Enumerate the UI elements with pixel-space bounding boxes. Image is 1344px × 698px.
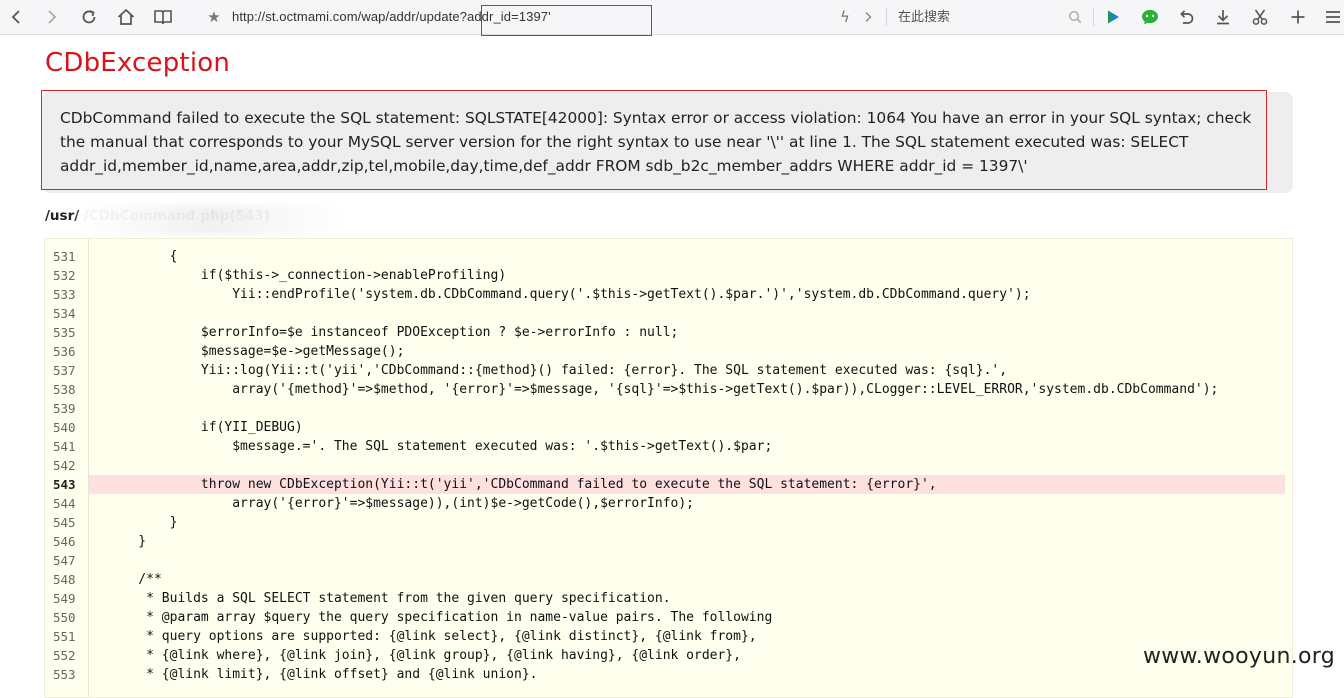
line-number: 551 — [53, 629, 76, 644]
line-code: Yii::log(Yii::t('yii','CDbCommand::{meth… — [107, 363, 1008, 378]
line-code: } — [107, 515, 178, 530]
line-code: { — [107, 249, 178, 264]
line-number: 552 — [53, 648, 76, 663]
line-number: 544 — [53, 496, 76, 511]
code-line: 547 — [45, 551, 1292, 570]
line-code: * {@link where}, {@link join}, {@link gr… — [107, 648, 741, 663]
source-code-lines: 531 {532 if($this->_connection->enablePr… — [45, 247, 1292, 684]
code-line: 551 * query options are supported: {@lin… — [45, 627, 1292, 646]
line-number: 537 — [53, 363, 76, 378]
line-number: 550 — [53, 610, 76, 625]
home-icon[interactable] — [114, 5, 138, 29]
code-line: 548 /** — [45, 570, 1292, 589]
exception-title: CDbException — [45, 48, 231, 78]
code-line: 544 array('{error}'=>$message)),(int)$e-… — [45, 494, 1292, 513]
download-icon[interactable] — [1211, 5, 1235, 29]
error-message: CDbCommand failed to execute the SQL sta… — [60, 109, 1252, 175]
line-number: 536 — [53, 344, 76, 359]
browser-toolbar: ★ http://st.octmami.com/wap/addr/update?… — [0, 0, 1344, 36]
code-line: 531 { — [45, 247, 1292, 266]
line-number: 533 — [53, 287, 76, 302]
line-code: * @param array $query the query specific… — [107, 610, 773, 625]
code-line: 552 * {@link where}, {@link join}, {@lin… — [45, 646, 1292, 665]
line-number: 531 — [53, 249, 76, 264]
code-line: 533 Yii::endProfile('system.db.CDbComman… — [45, 285, 1292, 304]
line-number: 547 — [53, 553, 76, 568]
code-line: 538 array('{method}'=>$method, '{error}'… — [45, 380, 1292, 399]
line-code: Yii::endProfile('system.db.CDbCommand.qu… — [107, 287, 1031, 302]
line-code: array('{error}'=>$message)),(int)$e->get… — [107, 496, 694, 511]
search-icon[interactable] — [1063, 5, 1087, 29]
line-number: 538 — [53, 382, 76, 397]
code-line: 540 if(YII_DEBUG) — [45, 418, 1292, 437]
lightning-icon[interactable]: ϟ — [833, 5, 857, 29]
bookmark-star-icon[interactable]: ★ — [202, 5, 226, 29]
line-code: * Builds a SQL SELECT statement from the… — [107, 591, 671, 606]
line-code: * {@link limit}, {@link offset} and {@li… — [107, 667, 538, 682]
code-line: 546 } — [45, 532, 1292, 551]
wechat-icon[interactable] — [1138, 5, 1162, 29]
code-line: 549 * Builds a SQL SELECT statement from… — [45, 589, 1292, 608]
line-code: if($this->_connection->enableProfiling) — [107, 268, 507, 283]
path-redaction-blur — [80, 205, 342, 235]
line-number: 545 — [53, 515, 76, 530]
line-code: $errorInfo=$e instanceof PDOException ? … — [107, 325, 679, 340]
back-icon[interactable] — [4, 5, 28, 29]
video-play-icon[interactable] — [1101, 5, 1125, 29]
refresh-icon[interactable] — [77, 5, 101, 29]
line-code: $message.='. The SQL statement executed … — [107, 439, 773, 454]
line-number: 546 — [53, 534, 76, 549]
line-number: 535 — [53, 325, 76, 340]
source-code-block: 531 {532 if($this->_connection->enablePr… — [44, 238, 1293, 698]
line-number: 543 — [53, 477, 76, 492]
line-number: 549 — [53, 591, 76, 606]
new-tab-plus-icon[interactable] — [1286, 5, 1310, 29]
code-line: 535 $errorInfo=$e instanceof PDOExceptio… — [45, 323, 1292, 342]
line-code: if(YII_DEBUG) — [107, 420, 303, 435]
line-code: } — [107, 534, 147, 549]
error-code-line: 543 throw new CDbException(Yii::t('yii',… — [45, 475, 1292, 494]
menu-icon[interactable] — [1321, 5, 1344, 29]
code-line: 550 * @param array $query the query spec… — [45, 608, 1292, 627]
code-line: 539 — [45, 399, 1292, 418]
code-line: 534 — [45, 304, 1292, 323]
line-number: 542 — [53, 458, 76, 473]
line-code: $message=$e->getMessage(); — [107, 344, 405, 359]
toolbar-divider — [1093, 8, 1094, 26]
reading-mode-icon[interactable] — [151, 5, 175, 29]
url-param-highlight — [481, 5, 652, 36]
line-number: 548 — [53, 572, 76, 587]
code-line: 545 } — [45, 513, 1292, 532]
line-code: * query options are supported: {@link se… — [107, 629, 757, 644]
line-number: 553 — [53, 667, 76, 682]
code-line: 536 $message=$e->getMessage(); — [45, 342, 1292, 361]
undo-icon[interactable] — [1174, 5, 1198, 29]
watermark: www.wooyun.org — [1142, 644, 1335, 669]
line-code: /** — [107, 572, 162, 587]
scissors-icon[interactable] — [1248, 5, 1272, 29]
line-code: array('{method}'=>$method, '{error}'=>$m… — [107, 382, 1219, 397]
chevron-right-icon[interactable] — [856, 5, 880, 29]
forward-icon[interactable] — [40, 5, 64, 29]
line-number: 539 — [53, 401, 76, 416]
line-number: 532 — [53, 268, 76, 283]
line-code: throw new CDbException(Yii::t('yii','CDb… — [107, 477, 937, 492]
code-line: 542 — [45, 456, 1292, 475]
toolbar-divider — [886, 8, 887, 26]
search-input[interactable] — [894, 6, 1072, 28]
code-line: 537 Yii::log(Yii::t('yii','CDbCommand::{… — [45, 361, 1292, 380]
code-line: 532 if($this->_connection->enableProfili… — [45, 266, 1292, 285]
code-line: 553 * {@link limit}, {@link offset} and … — [45, 665, 1292, 684]
line-number: 540 — [53, 420, 76, 435]
code-line: 541 $message.='. The SQL statement execu… — [45, 437, 1292, 456]
line-number: 541 — [53, 439, 76, 454]
line-number: 534 — [53, 306, 76, 321]
